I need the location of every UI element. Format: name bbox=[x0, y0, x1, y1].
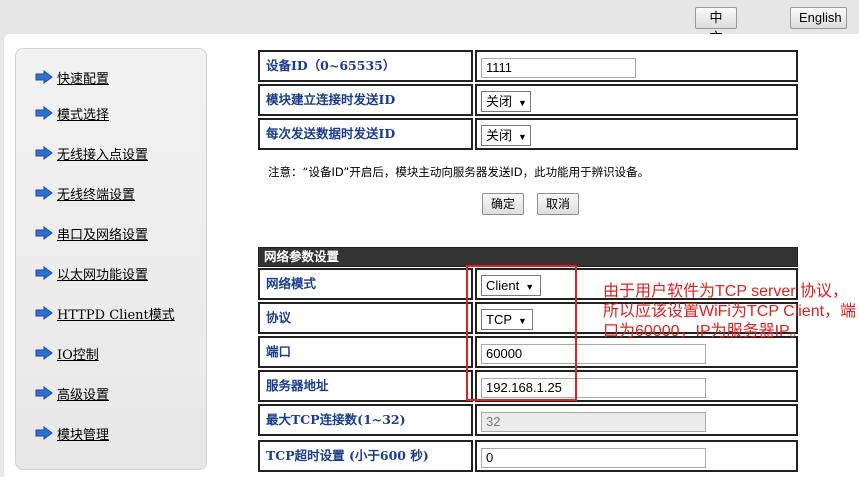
arrow-right-icon bbox=[35, 346, 53, 360]
annotation-text: 由于用户软件为TCP server 协议，所以应该设置WiFi为TCP Clie… bbox=[603, 283, 857, 340]
cancel-button[interactable]: 取消 bbox=[537, 193, 580, 215]
sidebar-item-serial-network[interactable]: 串口及网络设置 bbox=[35, 223, 148, 243]
sidebar-item-quick-config[interactable]: 快速配置 bbox=[35, 67, 109, 87]
max-tcp-connections-label: 最大TCP连接数(1~32) bbox=[258, 404, 473, 436]
sidebar-item-mode-select[interactable]: 模式选择 bbox=[35, 103, 109, 123]
arrow-right-icon bbox=[35, 426, 53, 440]
tcp-timeout-input[interactable]: 0 bbox=[481, 448, 706, 468]
sidebar-item-module-management[interactable]: 模块管理 bbox=[35, 423, 109, 443]
sidebar-item-label: HTTPD Client模式 bbox=[57, 307, 175, 323]
arrow-right-icon bbox=[35, 226, 53, 240]
network-section-title: 网络参数设置 bbox=[258, 247, 798, 267]
arrow-right-icon bbox=[35, 186, 53, 200]
sidebar-item-ap-settings[interactable]: 无线接入点设置 bbox=[35, 143, 148, 163]
sidebar-item-label: 模块管理 bbox=[57, 427, 110, 443]
sidebar-item-sta-settings[interactable]: 无线终端设置 bbox=[35, 183, 135, 203]
ok-button[interactable]: 确定 bbox=[482, 193, 525, 215]
connect-send-id-row: 模块建立连接时发送ID 关闭 ▼ bbox=[258, 84, 798, 116]
device-id-input[interactable]: 1111 bbox=[481, 58, 636, 78]
server-address-label: 服务器地址 bbox=[258, 370, 473, 402]
each-send-id-select[interactable]: 关闭 ▼ bbox=[481, 125, 531, 146]
each-send-id-label: 每次发送数据时发送ID bbox=[258, 118, 473, 150]
sidebar-item-advanced[interactable]: 高级设置 bbox=[35, 383, 109, 403]
sidebar-item-label: 快速配置 bbox=[57, 71, 110, 87]
sidebar-item-io-control[interactable]: IO控制 bbox=[35, 343, 99, 363]
max-tcp-connections-row: 最大TCP连接数(1~32) 32 bbox=[258, 404, 798, 436]
device-id-label: 设备ID（0~65535） bbox=[258, 50, 473, 82]
arrow-right-icon bbox=[35, 386, 53, 400]
sidebar-item-ethernet[interactable]: 以太网功能设置 bbox=[35, 263, 148, 283]
connect-send-id-label: 模块建立连接时发送ID bbox=[258, 84, 473, 116]
network-mode-label: 网络模式 bbox=[258, 268, 473, 300]
sidebar-item-label: 无线终端设置 bbox=[57, 187, 136, 203]
sidebar-item-label: 模式选择 bbox=[57, 107, 110, 123]
arrow-right-icon bbox=[35, 146, 53, 160]
device-id-row: 设备ID（0~65535） 1111 bbox=[258, 50, 798, 82]
protocol-label: 协议 bbox=[258, 302, 473, 334]
tcp-timeout-label: TCP超时设置 (小于600 秒) bbox=[258, 440, 473, 472]
arrow-right-icon bbox=[35, 306, 53, 320]
each-send-id-row: 每次发送数据时发送ID 关闭 ▼ bbox=[258, 118, 798, 150]
lang-english-button[interactable]: English bbox=[790, 7, 847, 29]
device-id-note: 注意：“设备ID”开启后，模块主动向服务器发送ID，此功能用于辨识设备。 bbox=[268, 165, 650, 179]
tcp-timeout-row: TCP超时设置 (小于600 秒) 0 bbox=[258, 440, 798, 472]
port-label: 端口 bbox=[258, 336, 473, 368]
arrow-right-icon bbox=[35, 70, 53, 84]
sidebar-item-httpd-client[interactable]: HTTPD Client模式 bbox=[35, 303, 175, 323]
lang-chinese-button[interactable]: 中文 bbox=[695, 7, 737, 45]
arrow-right-icon bbox=[35, 266, 53, 280]
sidebar-item-label: 高级设置 bbox=[57, 387, 110, 403]
sidebar-item-label: 串口及网络设置 bbox=[57, 227, 149, 243]
arrow-right-icon bbox=[35, 106, 53, 120]
sidebar-item-label: 以太网功能设置 bbox=[57, 267, 149, 283]
highlight-box bbox=[466, 265, 577, 401]
connect-send-id-select[interactable]: 关闭 ▼ bbox=[481, 91, 531, 112]
sidebar-item-label: 无线接入点设置 bbox=[57, 147, 149, 163]
max-tcp-connections-input: 32 bbox=[481, 412, 706, 432]
sidebar-item-label: IO控制 bbox=[57, 347, 99, 363]
